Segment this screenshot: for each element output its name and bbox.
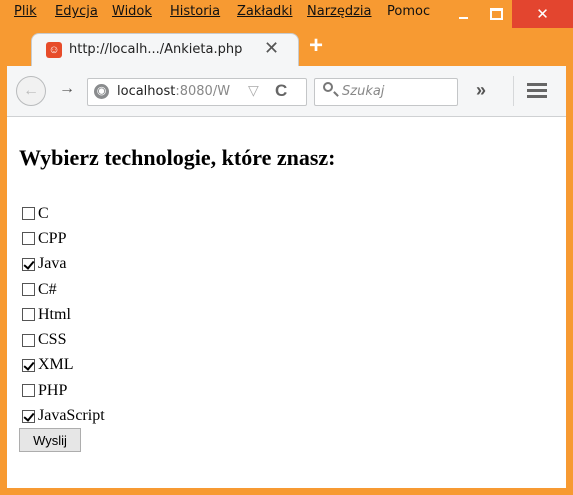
option-xml: XML	[22, 353, 105, 378]
minimize-icon	[458, 17, 468, 19]
toolbar-divider	[513, 76, 514, 106]
browser-window: Plik Edycja Widok Historia Zakładki Narz…	[0, 0, 573, 495]
menu-widok[interactable]: Widok	[112, 4, 152, 19]
page-content: Wybierz technologie, które znasz: C CPP …	[7, 117, 566, 488]
checkbox[interactable]	[22, 358, 35, 372]
navigation-bar: ← → ◉ localhost:8080/W ▽ C Szukaj »	[7, 66, 566, 117]
option-java: Java	[22, 252, 105, 277]
globe-icon: ◉	[94, 84, 109, 99]
checkbox[interactable]	[22, 232, 35, 246]
menu-edycja[interactable]: Edycja	[55, 4, 98, 19]
minimize-button[interactable]	[446, 0, 480, 28]
option-csharp: C#	[22, 277, 105, 302]
url-bar[interactable]: ◉ localhost:8080/W ▽ C	[87, 78, 307, 106]
hamburger-menu-icon[interactable]	[527, 83, 547, 101]
checkbox[interactable]	[22, 283, 35, 297]
forward-arrow-icon[interactable]: →	[59, 80, 75, 98]
back-arrow-icon: ←	[23, 82, 39, 99]
menu-zakladki[interactable]: Zakładki	[237, 4, 292, 19]
option-cpp: CPP	[22, 226, 105, 251]
maximize-icon	[489, 8, 503, 20]
maximize-button[interactable]	[482, 0, 510, 28]
search-icon	[323, 82, 333, 92]
checkbox[interactable]	[22, 257, 35, 271]
url-text: localhost:8080/W	[117, 84, 231, 99]
search-bar[interactable]: Szukaj	[314, 78, 458, 106]
menu-historia[interactable]: Historia	[170, 4, 220, 19]
menu-narzedzia[interactable]: Narzędzia	[307, 4, 372, 19]
search-placeholder: Szukaj	[342, 84, 385, 99]
checkbox[interactable]	[22, 207, 35, 221]
tab-ankieta[interactable]: ☺ http://localh.../Ankieta.php ✕	[31, 33, 299, 66]
menu-pomoc[interactable]: Pomoc	[387, 4, 430, 19]
checkbox[interactable]	[22, 409, 35, 423]
close-icon: ✕	[536, 5, 549, 23]
menu-bar: Plik Edycja Widok Historia Zakładki Narz…	[0, 0, 573, 28]
option-php: PHP	[22, 378, 105, 403]
page-heading: Wybierz technologie, które znasz:	[19, 145, 336, 170]
url-dropdown-icon[interactable]: ▽	[248, 82, 259, 99]
tab-strip: ☺ http://localh.../Ankieta.php ✕ +	[7, 28, 566, 66]
option-c: C	[22, 201, 105, 226]
new-tab-button[interactable]: +	[309, 34, 323, 58]
reload-icon[interactable]: C	[275, 81, 287, 101]
tab-close-icon[interactable]: ✕	[264, 38, 279, 59]
option-html: Html	[22, 302, 105, 327]
back-button[interactable]: ←	[16, 76, 46, 106]
tab-title: http://localh.../Ankieta.php	[69, 42, 243, 57]
options-list: C CPP Java C# Html CSS XML PHP JavaScrip…	[22, 201, 105, 429]
option-javascript: JavaScript	[22, 403, 105, 428]
page-favicon-icon: ☺	[46, 42, 62, 58]
checkbox[interactable]	[22, 384, 35, 398]
checkbox[interactable]	[22, 308, 35, 322]
menu-plik[interactable]: Plik	[14, 4, 37, 19]
checkbox[interactable]	[22, 333, 35, 347]
close-window-button[interactable]: ✕	[512, 0, 573, 28]
overflow-chevron-icon[interactable]: »	[476, 80, 486, 101]
submit-button[interactable]: Wyslij	[19, 428, 81, 452]
option-css: CSS	[22, 327, 105, 352]
